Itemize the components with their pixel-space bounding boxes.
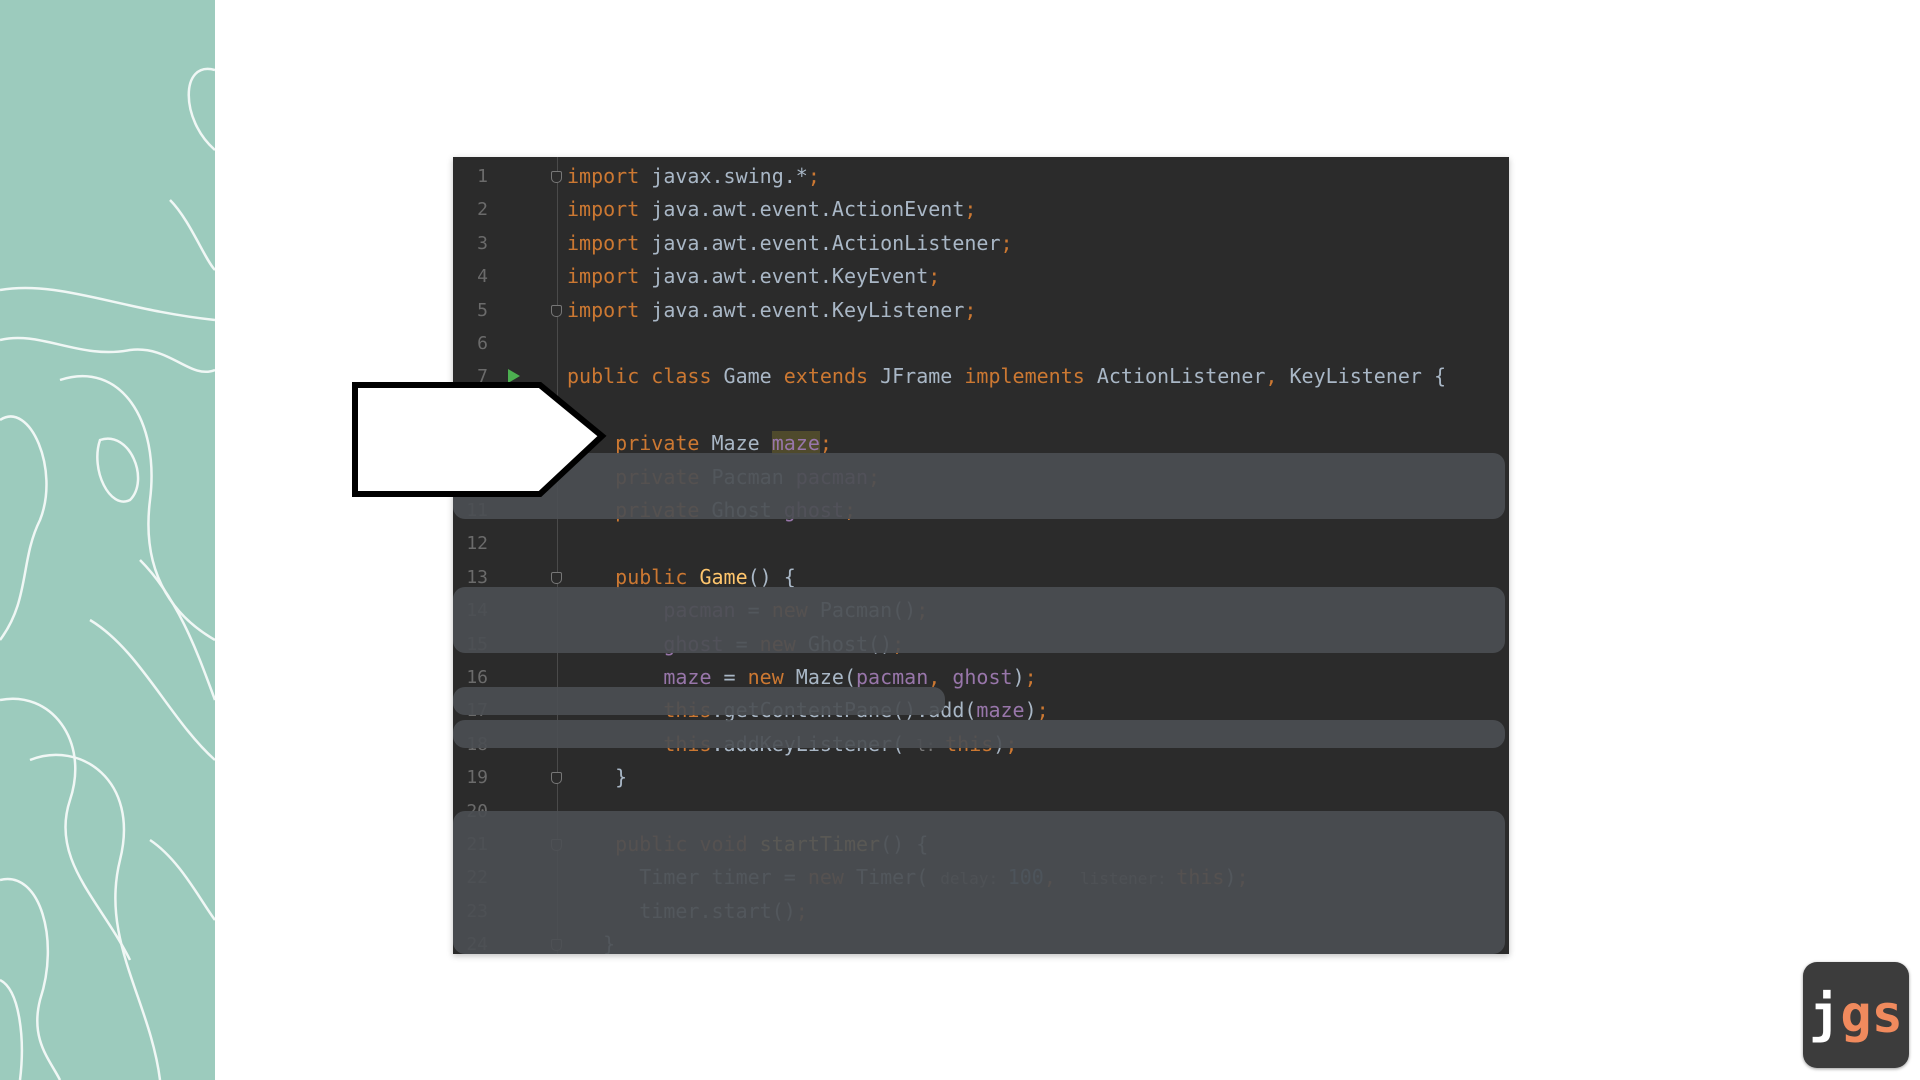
code-token: Maze( xyxy=(783,665,856,689)
line-number: 12 xyxy=(466,533,488,555)
code-token: ; xyxy=(964,197,977,222)
line-number: 19 xyxy=(466,767,488,789)
code-token: javax.swing.* xyxy=(639,164,808,188)
line-number: 1 xyxy=(477,166,488,187)
code-text: import java.awt.event.ActionEvent; xyxy=(567,193,976,226)
code-token: Game xyxy=(711,364,784,389)
code-token: , xyxy=(1265,364,1278,389)
fold-icon[interactable] xyxy=(551,772,562,785)
code-token: private xyxy=(615,431,700,456)
code-token: JFrame xyxy=(868,364,965,389)
code-line[interactable]: 4 import java.awt.event.KeyEvent; xyxy=(453,260,1509,293)
code-token: ; xyxy=(1024,665,1037,689)
fold-icon[interactable] xyxy=(551,171,562,183)
code-token: public xyxy=(615,564,688,589)
code-token: ; xyxy=(1000,230,1013,255)
code-token: java.awt.event.KeyEvent xyxy=(639,264,929,289)
code-token: maze xyxy=(771,431,820,456)
dimmed-block-start-timer xyxy=(453,811,1505,954)
code-token: ; xyxy=(819,431,832,456)
code-text: import java.awt.event.KeyListener; xyxy=(567,294,976,327)
code-line[interactable]: 5 import java.awt.event.KeyListener; xyxy=(453,294,1509,327)
code-line[interactable]: 3 import java.awt.event.ActionListener; xyxy=(453,227,1509,260)
code-token: () { xyxy=(747,564,796,589)
code-text: public class Game extends JFrame impleme… xyxy=(567,360,1446,393)
code-token: extends xyxy=(783,364,869,389)
code-token: maze xyxy=(976,698,1025,723)
fold-icon[interactable] xyxy=(551,571,562,584)
code-token: = xyxy=(711,665,748,689)
code-text: import java.awt.event.ActionListener; xyxy=(567,227,1013,260)
decorative-sidebar xyxy=(0,0,215,1080)
code-token: ghost xyxy=(952,665,1013,689)
dimmed-block-fields xyxy=(453,453,1505,519)
code-line[interactable]: 19 } xyxy=(453,761,1509,794)
code-token: import xyxy=(567,164,640,188)
line-number: 6 xyxy=(477,333,488,354)
code-token: maze xyxy=(663,665,712,689)
code-text: import java.awt.event.KeyEvent; xyxy=(567,260,940,293)
code-token: new xyxy=(747,665,784,689)
code-line[interactable]: 1 import javax.swing.*; xyxy=(453,160,1509,193)
code-token: , xyxy=(928,665,953,689)
line-number: 3 xyxy=(477,232,488,254)
code-token: } xyxy=(567,765,628,790)
code-token: ; xyxy=(807,164,820,188)
dimmed-block-key-listener xyxy=(453,720,1505,748)
code-token: java.awt.event.KeyListener xyxy=(639,297,965,322)
jgs-logo: j gs xyxy=(1803,962,1909,1068)
code-token: implements xyxy=(964,364,1085,389)
code-text: import javax.swing.*; xyxy=(567,160,820,193)
line-number: 4 xyxy=(477,266,488,288)
code-token: import xyxy=(567,297,640,322)
code-text: } xyxy=(567,761,627,794)
code-token: ) xyxy=(1012,665,1025,689)
code-token: import xyxy=(567,264,640,289)
line-number: 5 xyxy=(477,299,488,321)
code-token: java.awt.event.ActionListener xyxy=(639,230,1001,255)
code-token: ; xyxy=(928,264,941,289)
code-token: import xyxy=(567,230,640,255)
code-token: Maze xyxy=(699,431,772,456)
code-token: import xyxy=(567,197,640,222)
code-line[interactable]: 2 import java.awt.event.ActionEvent; xyxy=(453,193,1509,226)
dimmed-block-constructor-init xyxy=(453,587,1505,653)
code-line[interactable]: 7 public class Game extends JFrame implem… xyxy=(453,360,1509,393)
dimmed-block-content-pane xyxy=(453,687,945,715)
topographic-pattern xyxy=(0,67,215,1080)
line-number: 2 xyxy=(477,199,488,221)
code-token: ActionListener xyxy=(1084,364,1266,389)
code-token: java.awt.event.ActionEvent xyxy=(639,197,965,222)
code-token: KeyListener { xyxy=(1277,364,1447,389)
logo-letters-gs: gs xyxy=(1840,985,1903,1045)
code-token: pacman xyxy=(856,665,929,689)
code-line[interactable]: 6 xyxy=(453,327,1509,360)
code-token: ; xyxy=(1036,698,1049,723)
code-line[interactable]: 8 xyxy=(453,394,1509,427)
fold-icon[interactable] xyxy=(551,304,562,317)
code-token: Game xyxy=(699,564,748,589)
logo-letter-j: j xyxy=(1809,985,1841,1045)
code-token: ) xyxy=(1024,698,1037,723)
code-token: ; xyxy=(964,297,977,322)
code-editor[interactable]: 1 import javax.swing.*; 2 import java.awt.e… xyxy=(453,157,1509,954)
callout-arrow xyxy=(352,382,607,497)
code-line[interactable]: 12 xyxy=(453,527,1509,560)
